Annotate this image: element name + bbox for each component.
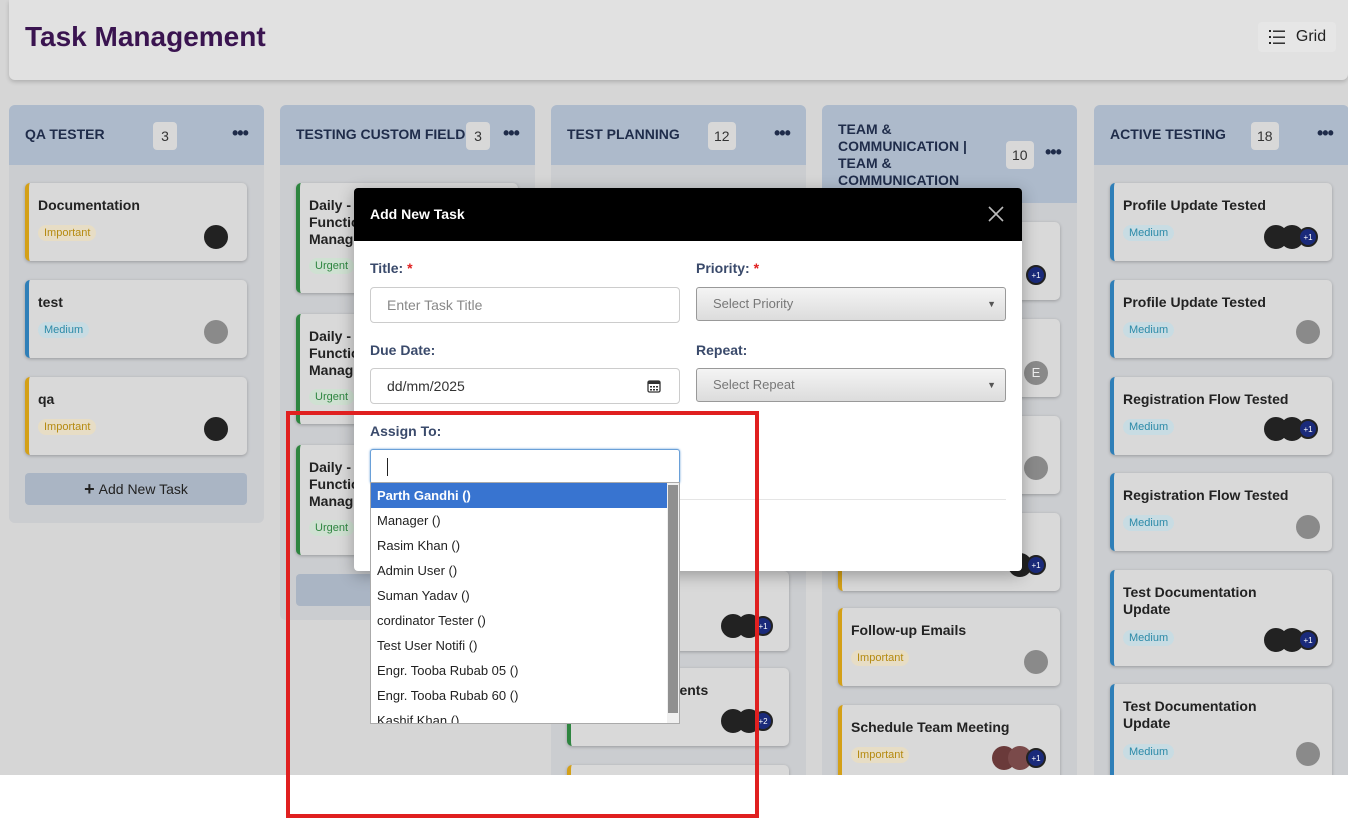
dropdown-arrow-icon: ▼ xyxy=(987,299,996,309)
close-icon[interactable] xyxy=(984,202,1008,226)
avatar-icon xyxy=(1296,515,1320,539)
task-card[interactable]: Registration Flow Tested Medium +1 xyxy=(1110,377,1332,455)
avatar-more-badge: +1 xyxy=(1298,419,1318,439)
column-count: 3 xyxy=(153,122,177,150)
due-date-input[interactable]: dd/mm/2025 xyxy=(370,368,680,404)
modal-title: Add New Task xyxy=(370,206,465,222)
priority-badge: Important xyxy=(851,747,910,763)
card-title: Profile Update Tested xyxy=(1123,294,1266,310)
priority-badge: Important xyxy=(38,225,97,241)
priority-badge: Urgent xyxy=(309,258,355,274)
column-title: TEST PLANNING xyxy=(567,126,680,142)
task-card[interactable]: Registration Flow Tested Medium xyxy=(1110,473,1332,551)
title-label: Title: * xyxy=(370,260,413,276)
priority-badge: Medium xyxy=(1123,744,1175,760)
avatar-icon xyxy=(1024,650,1048,674)
card-title: Documentation xyxy=(38,197,140,213)
task-card[interactable]: qa Important xyxy=(25,377,247,455)
priority-badge: Medium xyxy=(1123,515,1175,531)
column-title: QA TESTER xyxy=(25,126,105,142)
column-menu-icon[interactable]: ••• xyxy=(232,123,249,144)
title-input[interactable]: Enter Task Title xyxy=(370,287,680,323)
card-title: qa xyxy=(38,391,55,407)
priority-badge: Medium xyxy=(38,322,90,338)
column-count: 10 xyxy=(1006,141,1034,169)
column-active-testing: ACTIVE TESTING 18 ••• Profile Update Tes… xyxy=(1094,105,1348,775)
calendar-icon[interactable] xyxy=(647,379,661,393)
due-date-label: Due Date: xyxy=(370,342,436,358)
avatar-icon xyxy=(1296,320,1320,344)
card-title: Test Documentation Update xyxy=(1123,698,1257,731)
avatar-more-badge: +1 xyxy=(1298,630,1318,650)
priority-select[interactable]: Select Priority ▼ xyxy=(696,287,1006,321)
task-card[interactable]: Schedule Team Meeting Important +1 xyxy=(838,705,1060,775)
column-header: TESTING CUSTOM FIELD 3 ••• xyxy=(280,105,535,165)
column-qa-tester: QA TESTER 3 ••• Documentation Important … xyxy=(9,105,264,523)
avatar-icon xyxy=(1296,742,1320,766)
priority-badge: Medium xyxy=(1123,419,1175,435)
priority-badge: Important xyxy=(38,419,97,435)
column-header: ACTIVE TESTING 18 ••• xyxy=(1094,105,1348,165)
card-title: test xyxy=(38,294,63,310)
column-count: 12 xyxy=(708,122,736,150)
card-title: Registration Flow Tested xyxy=(1123,391,1289,407)
view-toggle-label: Grid xyxy=(1295,28,1327,45)
list-icon xyxy=(1268,30,1285,44)
column-header: QA TESTER 3 ••• xyxy=(9,105,264,165)
avatar-icon xyxy=(204,225,228,249)
card-title: Registration Flow Tested xyxy=(1123,487,1289,503)
highlight-box xyxy=(286,411,759,818)
priority-badge: Medium xyxy=(1123,322,1175,338)
priority-badge: Urgent xyxy=(309,389,355,405)
view-toggle-button[interactable]: Grid xyxy=(1258,22,1336,52)
plus-icon: + xyxy=(84,478,95,499)
dropdown-arrow-icon: ▼ xyxy=(987,380,996,390)
page-header: Task Management Grid xyxy=(9,0,1348,80)
avatar-icon xyxy=(204,320,228,344)
card-title: Schedule Team Meeting xyxy=(851,719,1010,735)
task-card[interactable]: Documentation Important xyxy=(25,183,247,261)
task-card[interactable]: test Medium xyxy=(25,280,247,358)
task-card[interactable]: Profile Update Tested Medium xyxy=(1110,280,1332,358)
column-title: ACTIVE TESTING xyxy=(1110,126,1226,142)
column-count: 18 xyxy=(1251,122,1279,150)
add-task-label: Add New Task xyxy=(98,481,188,497)
avatar-icon xyxy=(1024,456,1048,480)
column-menu-icon[interactable]: ••• xyxy=(774,123,791,144)
repeat-select[interactable]: Select Repeat ▼ xyxy=(696,368,1006,402)
avatar-more-badge: +1 xyxy=(1026,265,1046,285)
card-title: Profile Update Tested xyxy=(1123,197,1266,213)
column-menu-icon[interactable]: ••• xyxy=(1317,123,1334,144)
avatar-icon: E xyxy=(1024,361,1048,385)
avatar-more-badge: +1 xyxy=(1026,748,1046,768)
column-title: TESTING CUSTOM FIELD xyxy=(296,126,466,142)
column-title: TEAM & COMMUNICATION | TEAM & COMMUNICAT… xyxy=(838,121,967,188)
page-title: Task Management xyxy=(25,21,266,52)
task-card[interactable]: Test Documentation Update Medium +1 xyxy=(1110,570,1332,666)
modal-header: Add New Task xyxy=(354,188,1022,241)
priority-label: Priority: * xyxy=(696,260,760,276)
task-card[interactable]: Profile Update Tested Medium +1 xyxy=(1110,183,1332,261)
column-menu-icon[interactable]: ••• xyxy=(1045,142,1062,163)
card-title: Test Documentation Update xyxy=(1123,584,1257,617)
card-title: Follow-up Emails xyxy=(851,622,967,638)
avatar-more-badge: +1 xyxy=(1298,227,1318,247)
priority-badge: Medium xyxy=(1123,225,1175,241)
repeat-label: Repeat: xyxy=(696,342,748,358)
column-menu-icon[interactable]: ••• xyxy=(503,123,520,144)
priority-badge: Important xyxy=(851,650,910,666)
priority-badge: Medium xyxy=(1123,630,1175,646)
column-header: TEST PLANNING 12 ••• xyxy=(551,105,806,165)
avatar-more-badge: +1 xyxy=(1026,555,1046,575)
column-count: 3 xyxy=(466,122,490,150)
avatar-icon xyxy=(204,417,228,441)
add-task-button[interactable]: + Add New Task xyxy=(25,473,247,505)
task-card[interactable]: Follow-up Emails Important xyxy=(838,608,1060,686)
task-card[interactable]: Test Documentation Update Medium xyxy=(1110,684,1332,775)
